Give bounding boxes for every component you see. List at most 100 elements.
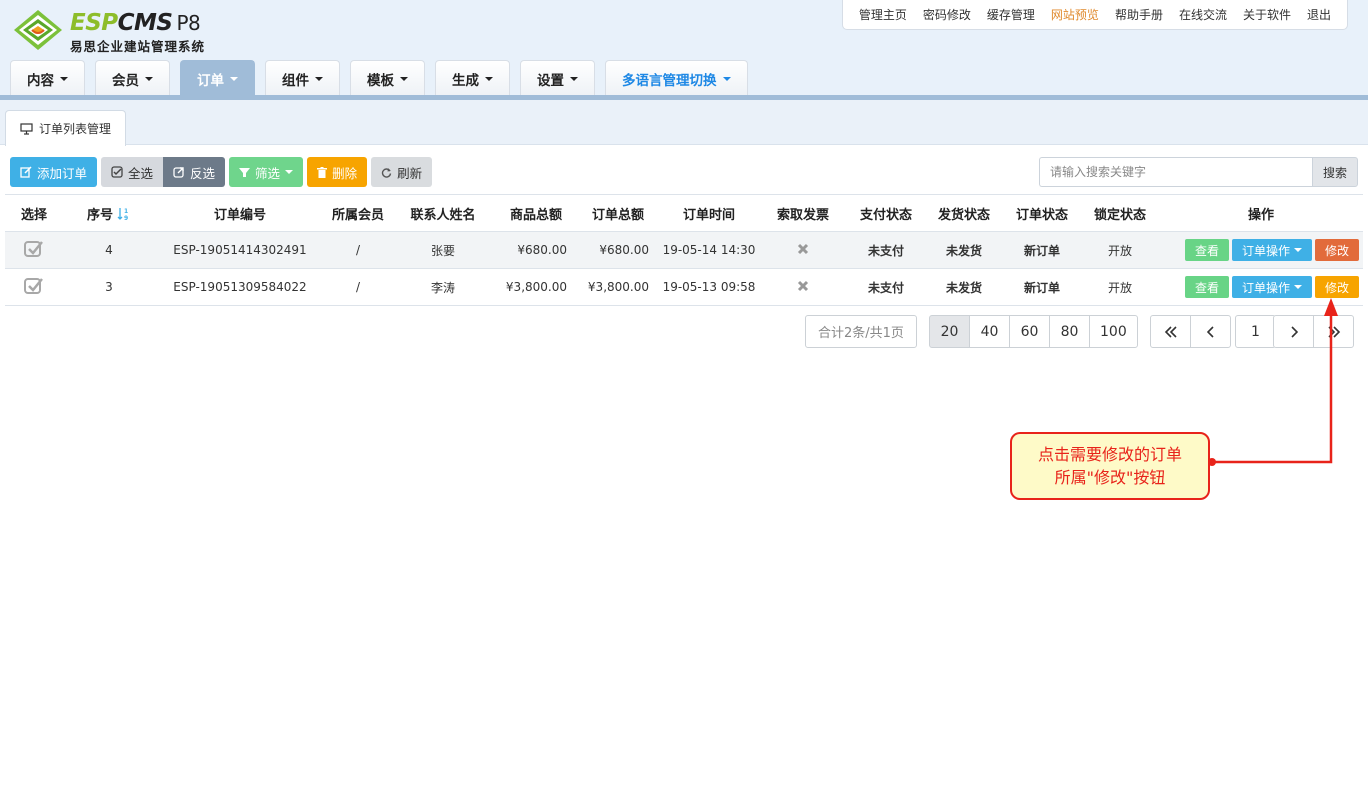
cell-contact: 张要 — [391, 231, 495, 269]
page-size-button[interactable]: 20 — [929, 315, 970, 348]
nav-tab-label: 模板 — [367, 72, 394, 89]
filter-label: 筛选 — [255, 165, 281, 181]
cell-pay: 未支付 — [847, 268, 925, 306]
last-page-button[interactable] — [1313, 315, 1354, 348]
invert-select-button[interactable]: 反选 — [163, 157, 226, 187]
table-row: 3 ESP-19051309584022/李涛 ¥3,800.00 ¥3,800.00… — [5, 268, 1363, 306]
search-input[interactable] — [1039, 157, 1312, 187]
page-number-button[interactable]: 1 — [1235, 315, 1276, 348]
search-button[interactable]: 搜索 — [1312, 157, 1358, 187]
chevron-down-icon — [485, 76, 493, 81]
column-header[interactable]: 序号 1 9 — [63, 194, 155, 232]
edit-button[interactable]: 修改 — [1314, 276, 1359, 298]
page-size-button[interactable]: 100 — [1089, 315, 1138, 348]
column-header: 索取发票 — [759, 194, 847, 232]
invoice-cell — [759, 231, 847, 269]
cell-seq: 3 — [63, 268, 155, 306]
pagination-summary: 合计2条/共1页 — [805, 315, 917, 348]
cell-ship: 未发货 — [925, 231, 1003, 269]
view-button[interactable]: 查看 — [1184, 239, 1229, 261]
column-header: 支付状态 — [847, 194, 925, 232]
nav-tab-label: 会员 — [112, 72, 139, 89]
checkbox-icon[interactable] — [24, 277, 44, 295]
chevron-right-icon — [1290, 325, 1298, 338]
add-order-label: 添加订单 — [37, 165, 88, 181]
first-page-button[interactable] — [1150, 315, 1191, 348]
column-header: 锁定状态 — [1081, 194, 1159, 232]
top-link[interactable]: 退出 — [1299, 6, 1339, 23]
pagination-info: 合计2条/共1页 — [805, 315, 917, 348]
top-link[interactable]: 在线交流 — [1171, 6, 1235, 23]
refresh-label: 刷新 — [397, 165, 423, 181]
top-link[interactable]: 缓存管理 — [979, 6, 1043, 23]
callout-line-2: 所属"修改"按钮 — [1054, 468, 1166, 487]
top-link[interactable]: 帮助手册 — [1107, 6, 1171, 23]
page-nav-next-group — [1273, 315, 1354, 348]
column-header-label: 订单编号 — [213, 207, 266, 223]
nav-tab[interactable]: 内容 — [10, 60, 85, 96]
nav-tab[interactable]: 订单 — [180, 60, 255, 96]
order-operation-label: 订单操作 — [1241, 280, 1290, 295]
add-order-button[interactable]: 添加订单 — [10, 157, 98, 187]
table-row: 4 ESP-19051414302491/张要 ¥680.00 ¥680.00 19-0… — [5, 231, 1363, 269]
column-header: 操作 — [1159, 194, 1363, 232]
share-square-icon — [173, 167, 184, 178]
chevron-down-icon — [315, 76, 323, 81]
chevron-down-icon — [230, 76, 238, 81]
column-header: 商品总额 — [495, 194, 577, 232]
top-links: 管理主页 密码修改 缓存管理 网站预览 帮助手册 在线交流 关于软件 退出 — [841, 0, 1348, 30]
edit-icon — [20, 166, 32, 178]
logo[interactable]: ESPCMS P8 易思企业建站管理系统 — [12, 8, 232, 54]
top-link[interactable]: 关于软件 — [1235, 6, 1299, 23]
chevron-down-icon — [1293, 248, 1302, 252]
chevron-down-icon — [1293, 285, 1302, 289]
nav-tab-label: 内容 — [27, 72, 54, 89]
logo-brand: ESPCMS P8 — [70, 10, 201, 36]
page-size-button[interactable]: 40 — [969, 315, 1010, 348]
delete-button[interactable]: 删除 — [307, 157, 368, 187]
column-header: 订单总额 — [577, 194, 659, 232]
column-header: 所属会员 — [325, 194, 391, 232]
order-table: 选择 序号 1 9 订单编号 所属会员 联系人姓名 商品总额 订单总额 订单时间 索取发票 支付状态 发… — [5, 194, 1363, 306]
next-page-button[interactable] — [1273, 315, 1314, 348]
nav-tab[interactable]: 多语言管理切换 — [605, 60, 748, 96]
row-actions: 查看 订单操作 修改 — [1159, 276, 1363, 298]
order-operation-button[interactable]: 订单操作 — [1231, 239, 1312, 261]
row-actions-cell: 查看 订单操作 修改 — [1159, 268, 1363, 306]
nav-tab[interactable]: 生成 — [435, 60, 510, 96]
chevron-down-icon — [145, 76, 153, 81]
tab-order-list[interactable]: 订单列表管理 — [5, 110, 127, 146]
checkbox-icon[interactable] — [24, 240, 44, 258]
header: ESPCMS P8 易思企业建站管理系统 管理主页 密码修改 缓存管理 网站预览 帮助手册… — [0, 0, 1368, 100]
nav-tab-label: 设置 — [537, 72, 564, 89]
top-link[interactable]: 管理主页 — [851, 6, 915, 23]
edit-button[interactable]: 修改 — [1314, 239, 1359, 261]
current-page-group: 1 — [1235, 315, 1276, 348]
nav-tab[interactable]: 组件 — [265, 60, 340, 96]
column-header-label: 选择 — [20, 207, 47, 223]
page-size-group: 20 40 60 80 100 — [929, 315, 1138, 348]
cell-status: 新订单 — [1003, 231, 1081, 269]
column-header-label: 锁定状态 — [1093, 207, 1146, 223]
top-link[interactable]: 网站预览 — [1043, 6, 1107, 23]
column-header: 发货状态 — [925, 194, 1003, 232]
filter-button[interactable]: 筛选 — [229, 157, 304, 187]
row-select-cell — [5, 268, 63, 306]
select-all-button[interactable]: 全选 — [101, 157, 164, 187]
nav-tab[interactable]: 会员 — [95, 60, 170, 96]
chevron-down-icon — [60, 76, 68, 81]
row-actions-cell: 查看 订单操作 修改 — [1159, 231, 1363, 269]
nav-tab[interactable]: 设置 — [520, 60, 595, 96]
top-link[interactable]: 密码修改 — [915, 6, 979, 23]
view-button[interactable]: 查看 — [1184, 276, 1229, 298]
column-header-label: 操作 — [1247, 207, 1274, 223]
prev-page-button[interactable] — [1190, 315, 1231, 348]
order-operation-label: 订单操作 — [1241, 243, 1290, 258]
page-size-button[interactable]: 60 — [1009, 315, 1050, 348]
select-all-label: 全选 — [128, 165, 154, 181]
nav-tab[interactable]: 模板 — [350, 60, 425, 96]
page-size-button[interactable]: 80 — [1049, 315, 1090, 348]
refresh-button[interactable]: 刷新 — [371, 157, 433, 187]
order-operation-button[interactable]: 订单操作 — [1231, 276, 1312, 298]
column-header-label: 商品总额 — [509, 207, 562, 223]
